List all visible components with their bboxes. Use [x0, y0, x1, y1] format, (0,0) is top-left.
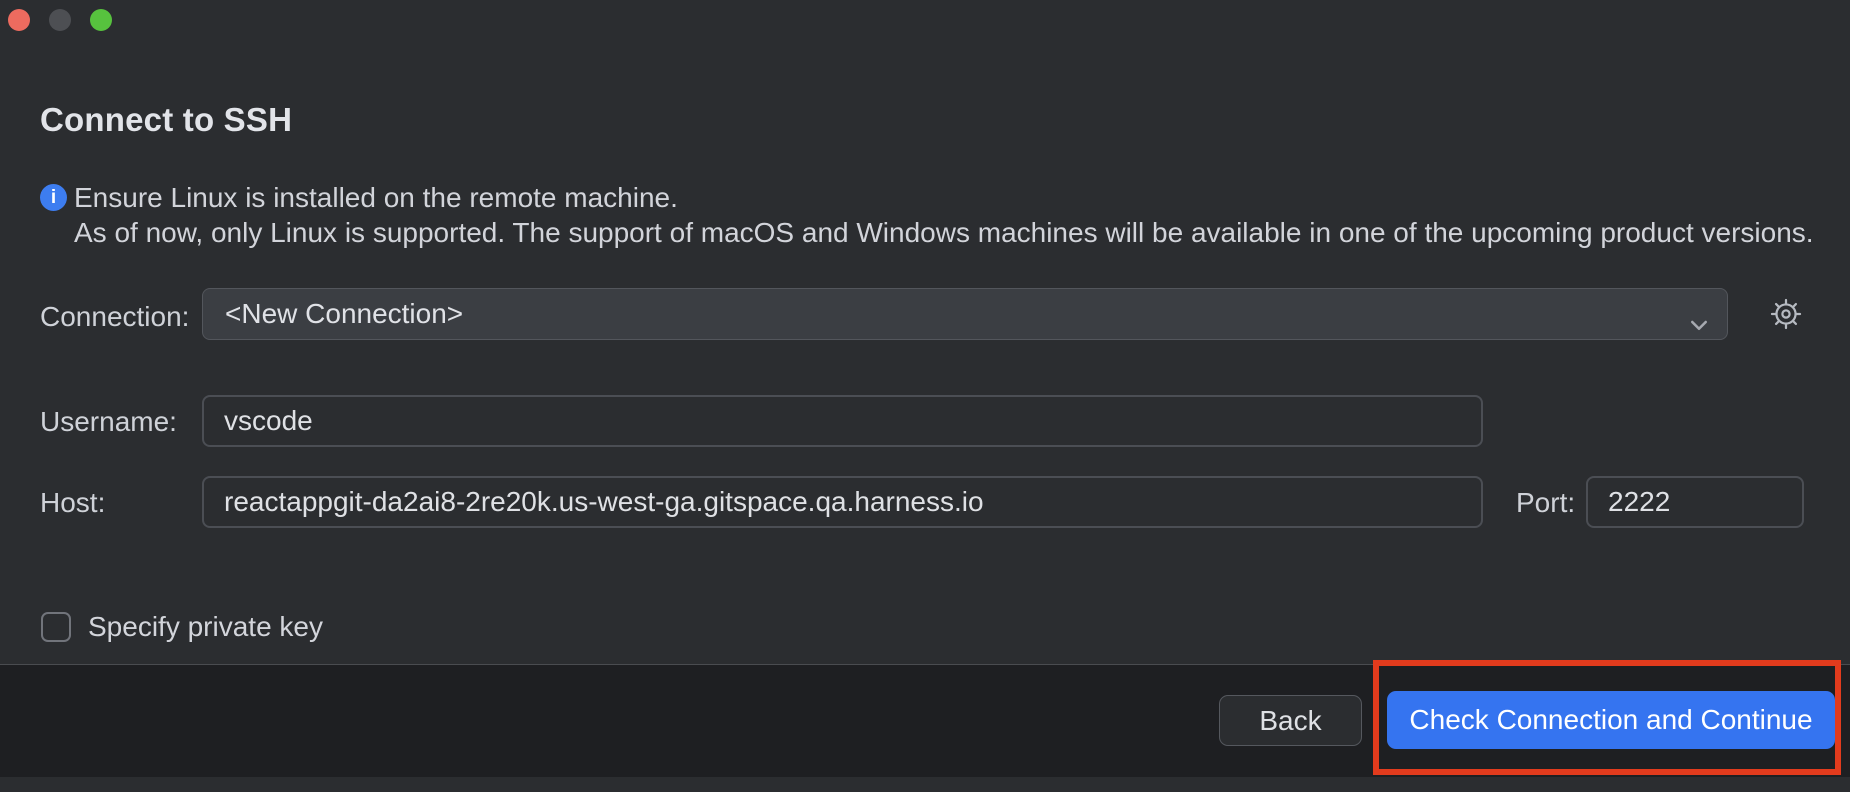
- specify-private-key-checkbox[interactable]: [41, 612, 71, 642]
- chevron-down-icon: [1687, 303, 1711, 353]
- connect-to-ssh-dialog: Connect to SSH i Ensure Linux is install…: [0, 0, 1850, 792]
- minimize-button[interactable]: [49, 9, 71, 31]
- port-label: Port:: [1516, 488, 1575, 518]
- username-input[interactable]: [202, 395, 1483, 447]
- info-icon: i: [40, 184, 67, 211]
- info-message-line1: Ensure Linux is installed on the remote …: [74, 180, 1814, 215]
- connection-dropdown-value: <New Connection>: [225, 289, 463, 339]
- host-input[interactable]: [202, 476, 1483, 528]
- specify-private-key-label: Specify private key: [88, 612, 323, 642]
- connection-dropdown[interactable]: <New Connection>: [202, 288, 1728, 340]
- info-message: Ensure Linux is installed on the remote …: [74, 180, 1814, 250]
- host-label: Host:: [40, 488, 105, 518]
- info-message-line2: As of now, only Linux is supported. The …: [74, 215, 1814, 250]
- page-title: Connect to SSH: [40, 100, 292, 140]
- close-button[interactable]: [8, 9, 30, 31]
- gear-icon[interactable]: [1769, 297, 1803, 331]
- zoom-button[interactable]: [90, 9, 112, 31]
- port-input[interactable]: [1586, 476, 1804, 528]
- username-label: Username:: [40, 407, 177, 437]
- back-button[interactable]: Back: [1219, 695, 1362, 746]
- check-connection-and-continue-button[interactable]: Check Connection and Continue: [1387, 691, 1835, 749]
- window-controls: [8, 9, 112, 31]
- connection-label: Connection:: [40, 302, 189, 332]
- info-icon-glyph: i: [51, 187, 56, 209]
